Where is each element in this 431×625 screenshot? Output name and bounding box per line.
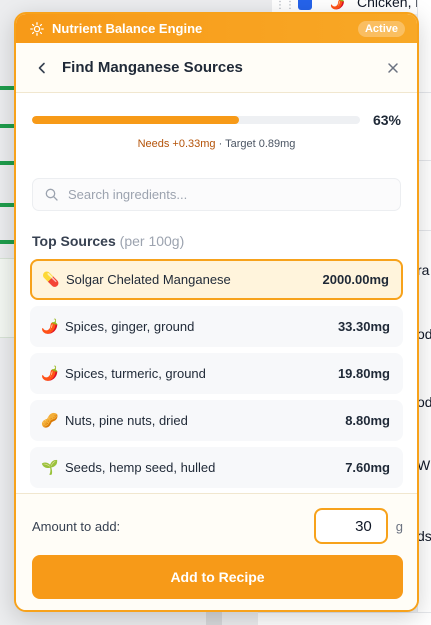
amount-label: Amount to add: (32, 518, 121, 534)
close-button[interactable] (385, 60, 401, 76)
source-name: Seeds, hemp seed, hulled (65, 460, 216, 475)
top-sources-heading: Top Sources (per 100g) (32, 233, 401, 249)
food-icon: 🥜 (41, 412, 59, 428)
food-icon: 🌶️ (41, 318, 59, 334)
back-button[interactable] (34, 60, 50, 76)
source-item[interactable]: 💊 Solgar Chelated Manganese 2000.00mg (30, 259, 403, 300)
source-name: Nuts, pine nuts, dried (65, 413, 188, 428)
sun-icon (30, 21, 44, 36)
target-amount: Target 0.89mg (225, 138, 296, 150)
background-row-text: ra (417, 262, 430, 278)
page-title: Find Manganese Sources (62, 59, 243, 76)
progress-track (32, 116, 360, 124)
source-item[interactable]: 🌶️ Spices, turmeric, ground 19.80mg (30, 353, 403, 394)
source-name: Spices, ginger, ground (65, 319, 195, 334)
background-divider (417, 92, 431, 93)
heading-suffix: (per 100g) (119, 233, 185, 249)
source-list: 💊 Solgar Chelated Manganese 2000.00mg 🌶️ Spi… (30, 259, 403, 488)
add-to-recipe-button[interactable]: Add to Recipe (32, 555, 403, 599)
source-amount: 33.30mg (337, 319, 390, 334)
needs-target-text: Needs +0.33mg · Target 0.89mg (16, 138, 417, 150)
food-icon: 🌶️ (41, 365, 59, 381)
background-checkbox (298, 0, 312, 10)
search-icon (45, 188, 58, 201)
amount-row: Amount to add: g (16, 508, 417, 544)
close-icon (388, 62, 398, 73)
drag-handle-icon: ⋮⋮ (275, 0, 295, 11)
panel-title-bar: Find Manganese Sources (16, 43, 417, 93)
pepper-icon: 🌶️ (330, 0, 345, 10)
source-amount: 7.60mg (345, 460, 390, 475)
source-amount: 8.80mg (345, 413, 390, 428)
amount-input[interactable] (313, 508, 388, 544)
progress-fill (32, 116, 239, 124)
engine-title: Nutrient Balance Engine (52, 21, 203, 36)
search-input[interactable] (68, 187, 388, 202)
background-divider (417, 160, 431, 161)
source-amount: 2000.00mg (322, 272, 390, 287)
source-item[interactable]: 🥜 Nuts, pine nuts, dried 8.80mg (30, 400, 403, 441)
food-icon: 💊 (42, 271, 60, 287)
background-row-text: ds (417, 528, 431, 544)
engine-header: Nutrient Balance Engine Active (16, 14, 417, 43)
separator: · (215, 138, 226, 150)
background-row-text: Wil (417, 457, 431, 473)
source-name: Spices, turmeric, ground (65, 366, 206, 381)
source-name: Solgar Chelated Manganese (66, 272, 231, 287)
chevron-left-icon (38, 62, 45, 73)
source-amount: 19.80mg (337, 366, 390, 381)
source-item[interactable]: 🌶️ Spices, ginger, ground 33.30mg (30, 306, 403, 347)
nutrient-progress: 63% (16, 112, 417, 128)
source-item[interactable]: 🌱 Seeds, hemp seed, hulled 7.60mg (30, 447, 403, 488)
heading-text: Top Sources (32, 233, 116, 249)
unit-label: g (395, 518, 403, 534)
background-divider (417, 230, 431, 231)
background-row-text: od (417, 326, 431, 342)
background-row-text: od (417, 394, 431, 410)
status-badge: Active (357, 20, 405, 37)
food-icon: 🌱 (41, 459, 59, 475)
amount-footer: Amount to add: g Add to Recipe (16, 493, 417, 610)
needs-amount: Needs +0.33mg (137, 138, 216, 150)
background-footer (258, 612, 431, 625)
search-box (32, 178, 401, 211)
nutrient-source-modal: Nutrient Balance Engine Active Find Mang… (14, 12, 419, 612)
progress-percent: 63% (372, 112, 401, 128)
